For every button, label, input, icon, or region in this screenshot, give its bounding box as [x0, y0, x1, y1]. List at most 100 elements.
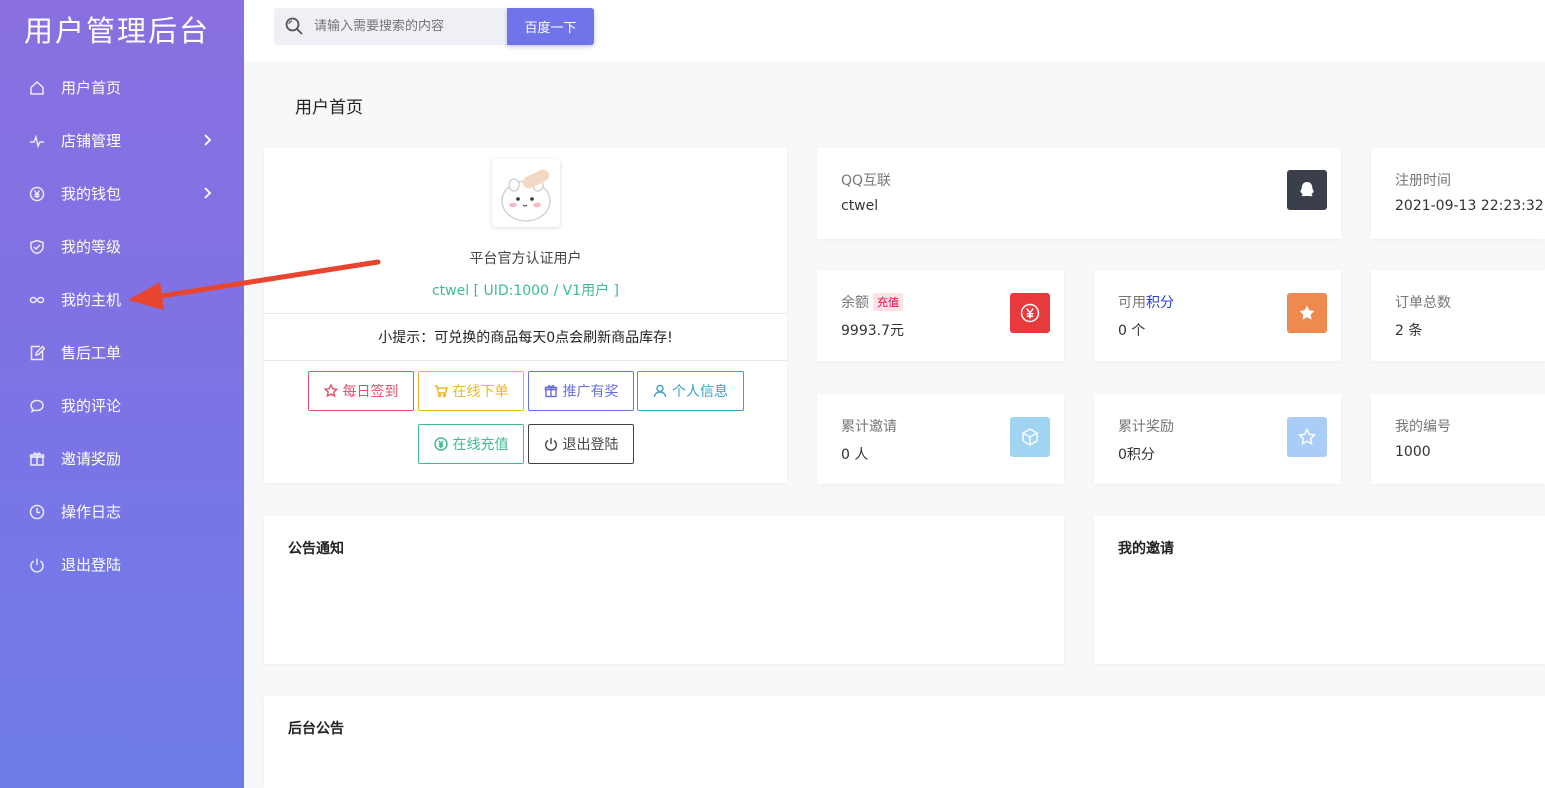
sidebar-item-label: 用户首页	[61, 79, 122, 97]
button-label: 在线下单	[452, 384, 509, 400]
star-icon	[1287, 293, 1327, 333]
user-icon	[653, 384, 667, 398]
sidebar-item-ticket[interactable]: 售后工单	[0, 326, 244, 379]
sidebar-item-log[interactable]: 操作日志	[0, 485, 244, 538]
gift-icon	[544, 385, 557, 398]
sidebar-item-host[interactable]: 我的主机	[0, 273, 244, 326]
user-uid: ctwel [ UID:1000 / V1用户 ]	[431, 283, 620, 299]
online-order-button[interactable]: 在线下单	[418, 371, 524, 411]
section-title: 后台公告	[288, 721, 344, 737]
sidebar-item-label: 我的等级	[61, 238, 122, 256]
stat-label: 余额 充值	[841, 292, 903, 312]
power-icon	[544, 438, 557, 451]
infinity-icon	[28, 291, 46, 309]
points-label: 可用	[1118, 295, 1146, 311]
star-outline-icon	[323, 384, 338, 398]
register-time-card: 注册时间 2021-09-13 22:23:32	[1371, 148, 1545, 239]
power-icon	[28, 556, 46, 574]
stat-label: 订单总数	[1395, 295, 1451, 311]
chevron-right-icon	[202, 133, 212, 147]
section-title: 公告通知	[288, 541, 344, 557]
stat-label: 可用积分	[1118, 292, 1174, 312]
stat-value: 9993.7元	[841, 323, 904, 339]
sidebar-item-comment[interactable]: 我的评论	[0, 379, 244, 432]
search-input[interactable]	[314, 19, 499, 34]
rewards-card: 累计奖励 0积分	[1094, 394, 1341, 484]
sidebar-item-label: 邀请奖励	[61, 450, 122, 468]
stat-value: 2021-09-13 22:23:32	[1395, 198, 1544, 214]
button-label: 在线充值	[452, 437, 509, 453]
online-recharge-button[interactable]: 在线充值	[418, 424, 524, 464]
sidebar-item-level[interactable]: 我的等级	[0, 220, 244, 273]
recharge-badge[interactable]: 充值	[873, 293, 903, 311]
notice-panel: 公告通知	[264, 516, 1064, 664]
page-title: 用户首页	[295, 98, 363, 118]
stat-value: 0积分	[1118, 447, 1155, 463]
stat-value: 0 人	[841, 447, 869, 463]
balance-label: 余额	[841, 295, 869, 311]
sidebar-item-invite[interactable]: 邀请奖励	[0, 432, 244, 485]
cube-icon	[1010, 417, 1050, 457]
sidebar-item-logout[interactable]: 退出登陆	[0, 538, 244, 591]
home-icon	[28, 79, 46, 97]
yen-circle-icon	[28, 185, 46, 203]
chat-bubble-icon	[28, 397, 46, 415]
yen-circle-icon	[1010, 293, 1050, 333]
stat-value: ctwel	[841, 198, 879, 214]
stat-value: 1000	[1395, 444, 1431, 460]
clock-icon	[28, 503, 46, 521]
profile-info-button[interactable]: 个人信息	[637, 371, 744, 411]
sidebar-item-wallet[interactable]: 我的钱包	[0, 167, 244, 220]
yen-circle-icon	[433, 437, 448, 451]
star-outline-icon	[1287, 417, 1327, 457]
stat-label: QQ互联	[841, 173, 892, 189]
invites-card: 累计邀请 0 人	[817, 394, 1064, 484]
user-role: 平台官方认证用户	[469, 251, 582, 267]
sidebar-item-label: 我的钱包	[61, 185, 122, 203]
promotion-button[interactable]: 推广有奖	[528, 371, 634, 411]
sidebar-item-label: 操作日志	[61, 503, 122, 521]
stat-label: 注册时间	[1395, 173, 1451, 189]
sidebar: 用户管理后台 用户首页 店铺管理 我的钱包 我的等级 我的主机 售后工单 我的评…	[0, 0, 244, 788]
logout-button[interactable]: 退出登陆	[528, 424, 634, 464]
my-invite-panel: 我的邀请	[1094, 516, 1545, 664]
pulse-icon	[28, 132, 46, 150]
chevron-right-icon	[202, 186, 212, 200]
top-bar: 百度一下	[244, 0, 1545, 62]
orders-card: 订单总数 2 条	[1371, 270, 1545, 361]
button-label: 退出登陆	[562, 437, 619, 453]
gift-icon	[28, 450, 46, 468]
sidebar-item-label: 我的评论	[61, 397, 122, 415]
tip-text: 小提示：可兑换的商品每天0点会刷新商品库存!	[378, 330, 673, 346]
section-title: 我的邀请	[1118, 541, 1174, 557]
sidebar-item-label: 我的主机	[61, 291, 122, 309]
sidebar-item-label: 售后工单	[61, 344, 122, 362]
sidebar-item-label: 退出登陆	[61, 556, 122, 574]
search-button[interactable]: 百度一下	[507, 8, 594, 45]
sidebar-nav: 用户首页 店铺管理 我的钱包 我的等级 我的主机 售后工单 我的评论 邀请奖励 …	[0, 61, 244, 591]
qq-icon[interactable]	[1287, 170, 1327, 210]
points-card: 可用积分 0 个	[1094, 270, 1341, 361]
shield-check-icon	[28, 238, 46, 256]
search-box	[274, 8, 508, 45]
edit-document-icon	[28, 344, 46, 362]
brand-title: 用户管理后台	[24, 14, 211, 48]
daily-signin-button[interactable]: 每日签到	[308, 371, 414, 411]
divider	[264, 360, 787, 361]
stat-label: 我的编号	[1395, 419, 1451, 435]
admin-notice-panel: 后台公告	[264, 696, 1545, 788]
stat-label: 累计奖励	[1118, 419, 1174, 435]
button-label: 个人信息	[672, 384, 728, 400]
sidebar-item-label: 店铺管理	[61, 132, 122, 150]
stat-value: 2 条	[1395, 323, 1423, 339]
my-number-card: 我的编号 1000	[1371, 394, 1545, 484]
divider	[264, 313, 787, 314]
balance-card: 余额 充值 9993.7元	[817, 270, 1064, 361]
button-label: 推广有奖	[562, 384, 619, 400]
qq-card: QQ互联 ctwel	[817, 148, 1341, 239]
points-link[interactable]: 积分	[1146, 295, 1174, 311]
stat-label: 累计邀请	[841, 419, 897, 435]
sidebar-item-home[interactable]: 用户首页	[0, 61, 244, 114]
cart-icon	[434, 385, 448, 398]
sidebar-item-shop[interactable]: 店铺管理	[0, 114, 244, 167]
